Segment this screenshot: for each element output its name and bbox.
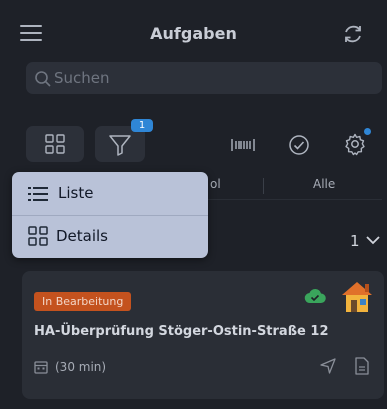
- search-icon: [35, 71, 51, 87]
- status-badge: In Bearbeitung: [34, 292, 132, 311]
- list-icon: [28, 187, 48, 201]
- task-title: HA-Überprüfung Stöger-Ostin-Straße 12: [34, 324, 329, 339]
- menu-item-list[interactable]: Liste: [12, 173, 208, 215]
- gear-icon[interactable]: [343, 132, 367, 156]
- check-circle-icon[interactable]: [288, 134, 310, 156]
- list-count: 1: [350, 232, 360, 250]
- document-icon[interactable]: [355, 357, 369, 375]
- tab-all[interactable]: Alle: [313, 177, 335, 191]
- view-grid-icon: [45, 134, 65, 154]
- menu-item-details[interactable]: Details: [12, 216, 208, 258]
- notification-dot: [364, 128, 371, 135]
- barcode-icon[interactable]: [231, 136, 255, 154]
- tab-partial-label[interactable]: ol: [210, 177, 221, 191]
- view-toggle-button[interactable]: [26, 126, 84, 162]
- cloud-synced-icon: [304, 288, 326, 304]
- filter-count-badge: 1: [131, 119, 153, 132]
- page-title: Aufgaben: [150, 24, 237, 43]
- task-duration: (30 min): [55, 360, 107, 374]
- grid-icon: [28, 226, 48, 246]
- house-icon: [342, 282, 372, 312]
- chevron-down-icon[interactable]: [366, 235, 380, 245]
- search-input[interactable]: [54, 64, 374, 92]
- navigate-icon[interactable]: [320, 358, 336, 374]
- sync-icon[interactable]: [341, 22, 365, 46]
- tab-divider: [263, 178, 264, 194]
- calendar-icon: [34, 361, 48, 374]
- menu-item-list-label: Liste: [58, 184, 94, 202]
- menu-item-details-label: Details: [56, 227, 109, 245]
